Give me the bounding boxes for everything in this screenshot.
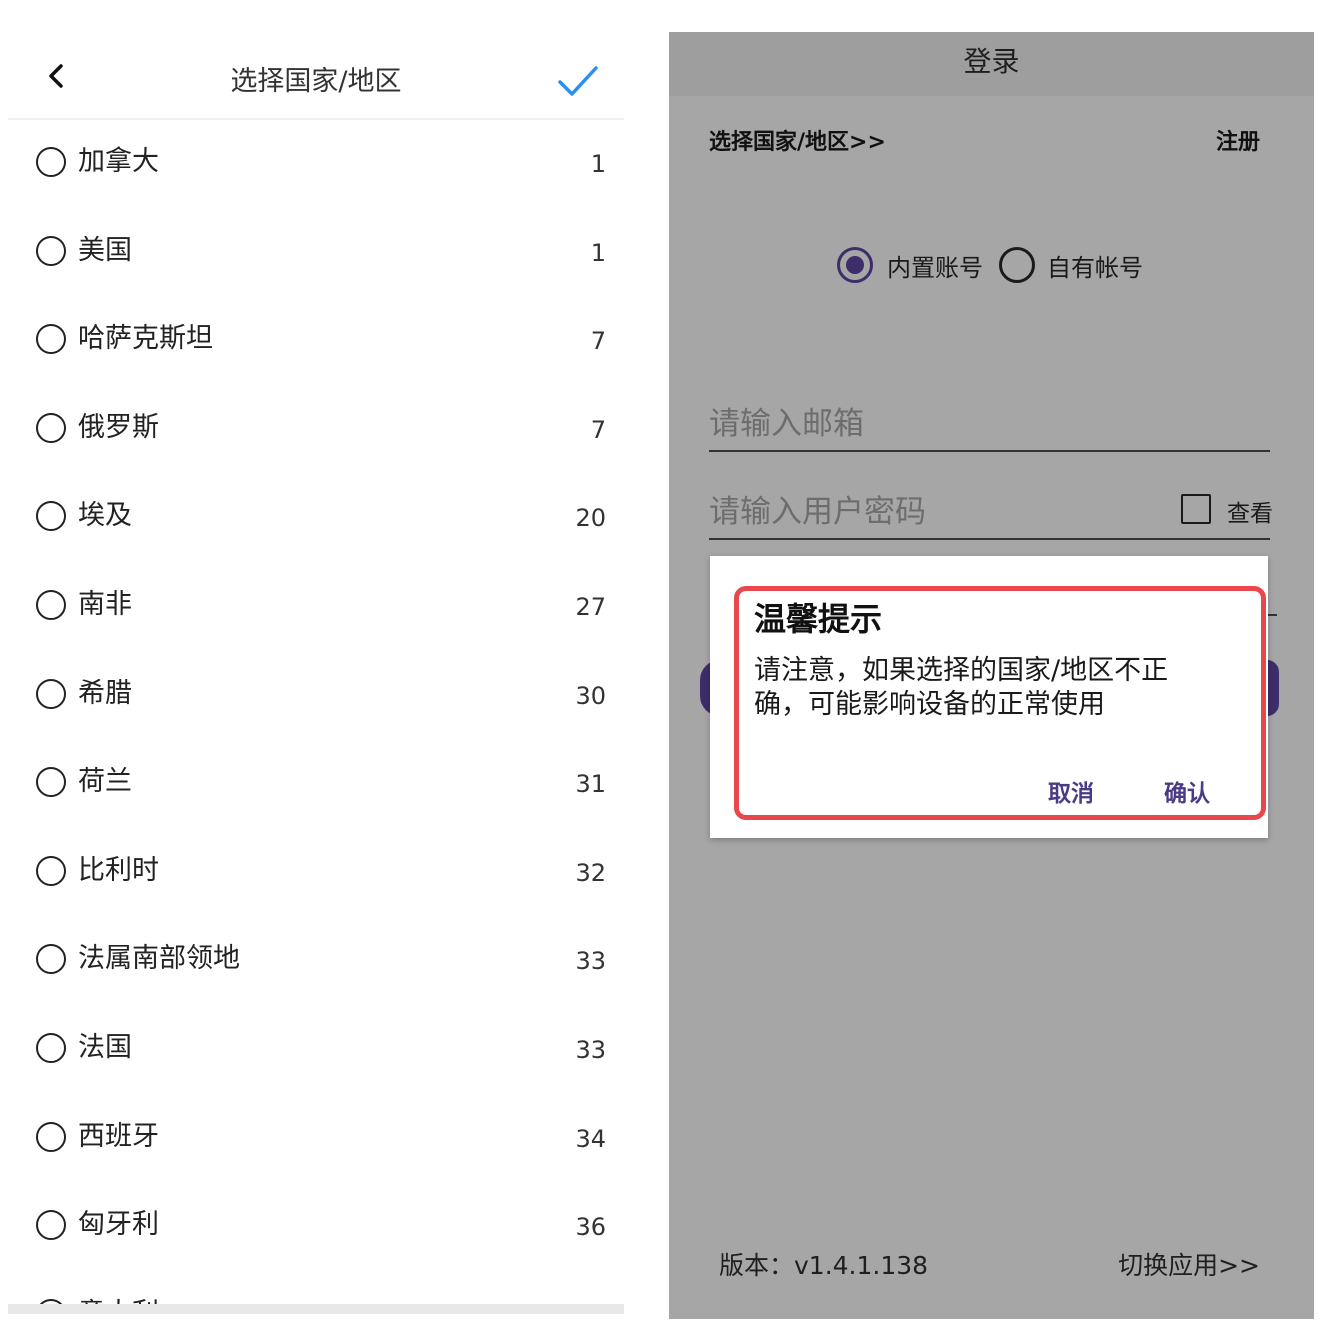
country-name: 南非: [78, 588, 132, 620]
country-row[interactable]: 俄罗斯 7: [8, 386, 624, 475]
country-name: 俄罗斯: [78, 411, 159, 443]
login-title: 登录: [963, 45, 1020, 78]
country-code: 20: [575, 504, 606, 533]
email-field[interactable]: [709, 398, 1270, 452]
country-picker-screen: 选择国家/地区 加拿大 1 美国 1 哈萨克斯坦 7 俄罗斯 7 埃及 20 南非 27 希腊 30 荷兰 3…: [8, 32, 624, 1314]
country-code: 31: [575, 770, 606, 799]
radio-circle-icon[interactable]: [36, 412, 66, 443]
bottom-divider: [8, 1304, 624, 1314]
country-code: 33: [575, 1035, 606, 1064]
radio-circle-icon[interactable]: [36, 1210, 66, 1241]
country-name: 法国: [78, 1031, 132, 1063]
country-code: 27: [575, 592, 606, 621]
country-list: 加拿大 1 美国 1 哈萨克斯坦 7 俄罗斯 7 埃及 20 南非 27 希腊 30 荷兰 31 比利时 32 法属…: [8, 120, 624, 1314]
country-code: 1: [590, 238, 606, 267]
country-row[interactable]: 美国 1: [8, 209, 624, 298]
radio-builtin-account[interactable]: [837, 247, 873, 283]
country-code: 7: [590, 415, 606, 444]
country-code: 32: [575, 858, 606, 887]
country-name: 希腊: [78, 677, 132, 709]
country-name: 美国: [78, 234, 132, 266]
country-code: 33: [575, 947, 606, 976]
radio-circle-icon[interactable]: [36, 1121, 66, 1152]
country-row[interactable]: 匈牙利 36: [8, 1183, 624, 1272]
country-row[interactable]: 希腊 30: [8, 652, 624, 741]
dialog-title: 温馨提示: [754, 600, 883, 638]
builtin-account-label: 内置账号: [887, 254, 983, 282]
radio-circle-icon[interactable]: [36, 501, 66, 532]
country-row[interactable]: 比利时 32: [8, 829, 624, 918]
select-region-link[interactable]: 选择国家/地区>>: [709, 124, 886, 156]
version-text: 版本：v1.4.1.138: [719, 1251, 929, 1280]
country-name: 匈牙利: [78, 1209, 159, 1241]
radio-circle-icon[interactable]: [36, 767, 66, 798]
country-name: 比利时: [78, 854, 159, 886]
confirm-button[interactable]: 确认: [1164, 774, 1210, 808]
account-type-group: 内置账号 自有帐号: [837, 244, 1177, 284]
country-name: 西班牙: [78, 1120, 159, 1152]
country-row[interactable]: 加拿大 1: [8, 120, 624, 209]
own-account-label: 自有帐号: [1047, 254, 1143, 282]
dialog-message: 请注意，如果选择的国家/地区不正确，可能影响设备的正常使用: [754, 655, 1169, 720]
country-row[interactable]: 埃及 20: [8, 474, 624, 563]
show-password-checkbox[interactable]: [1181, 494, 1211, 524]
country-name: 荷兰: [78, 766, 132, 798]
picker-header: 选择国家/地区: [8, 32, 624, 120]
country-row[interactable]: 法国 33: [8, 1006, 624, 1095]
country-name: 法属南部领地: [78, 943, 240, 975]
radio-circle-icon[interactable]: [36, 147, 66, 177]
country-code: 34: [575, 1124, 606, 1153]
radio-circle-icon[interactable]: [36, 589, 66, 620]
register-link[interactable]: 注册: [1216, 124, 1260, 156]
radio-circle-icon[interactable]: [36, 678, 66, 709]
radio-own-account[interactable]: [999, 247, 1035, 283]
login-button-edge-right: [1267, 660, 1279, 716]
radio-circle-icon[interactable]: [36, 235, 66, 266]
country-name: 加拿大: [78, 146, 159, 177]
screenshot-canvas: 选择国家/地区 加拿大 1 美国 1 哈萨克斯坦 7 俄罗斯 7 埃及 20 南非 27 希腊 30 荷兰 3…: [0, 0, 1324, 1332]
country-code: 1: [590, 150, 606, 178]
country-row[interactable]: 荷兰 31: [8, 740, 624, 829]
country-code: 36: [575, 1213, 606, 1242]
country-name: 埃及: [78, 500, 132, 532]
page-title: 选择国家/地区: [230, 66, 402, 97]
login-titlebar: 登录: [669, 32, 1314, 96]
cancel-button[interactable]: 取消: [1048, 774, 1094, 808]
country-code: 7: [590, 327, 606, 356]
switch-app-link[interactable]: 切换应用>>: [1118, 1246, 1260, 1282]
country-row[interactable]: 哈萨克斯坦 7: [8, 297, 624, 386]
radio-circle-icon[interactable]: [36, 324, 66, 355]
country-row[interactable]: 法属南部领地 33: [8, 917, 624, 1006]
country-code: 30: [575, 681, 606, 710]
checkmark-icon[interactable]: [556, 60, 600, 104]
radio-circle-icon[interactable]: [36, 944, 66, 975]
country-row[interactable]: 西班牙 34: [8, 1095, 624, 1184]
country-name: 哈萨克斯坦: [78, 323, 213, 355]
country-row[interactable]: 南非 27: [8, 563, 624, 652]
radio-circle-icon[interactable]: [36, 855, 66, 886]
warning-dialog: 温馨提示 请注意，如果选择的国家/地区不正确，可能影响设备的正常使用 取消 确认: [710, 556, 1268, 838]
show-password-label: 查看: [1227, 501, 1273, 527]
radio-circle-icon[interactable]: [36, 1032, 66, 1063]
